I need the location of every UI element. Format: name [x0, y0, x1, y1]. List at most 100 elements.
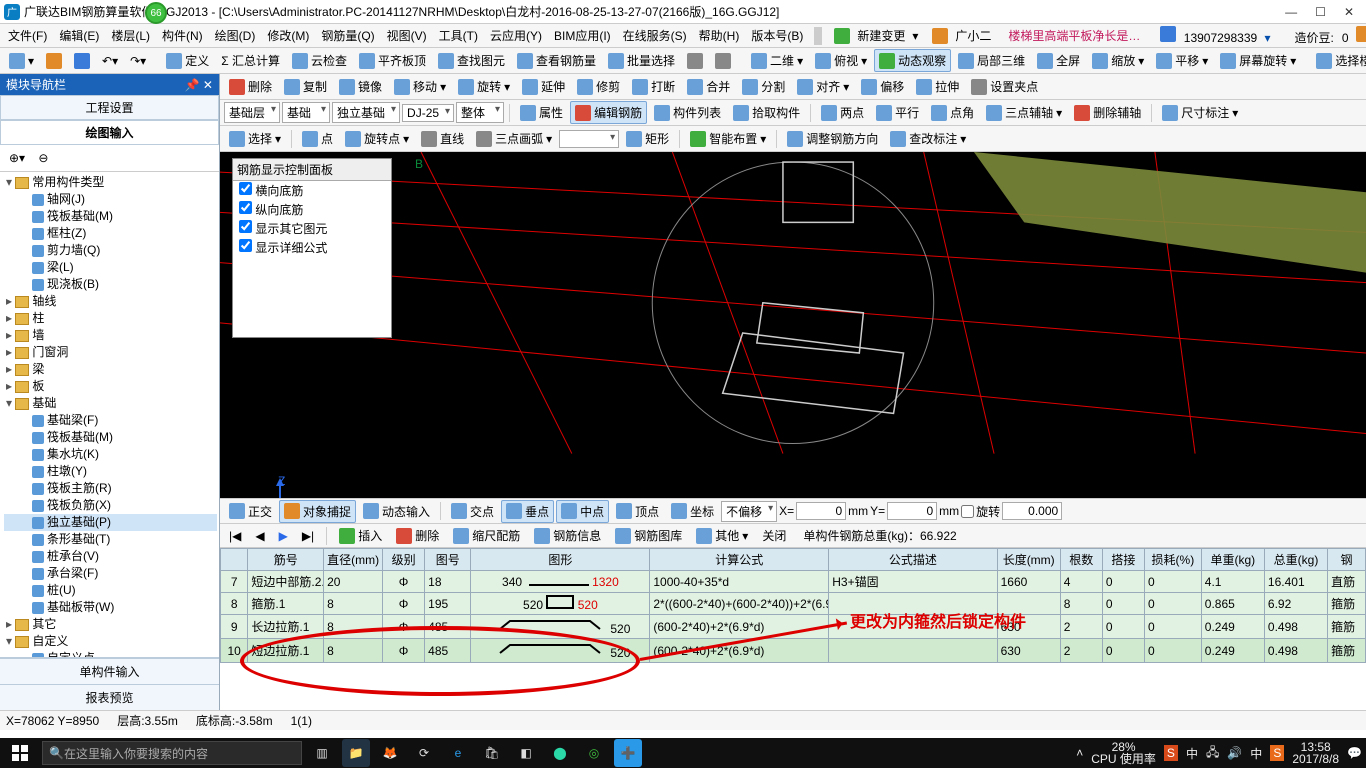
- smart-layout-button[interactable]: 智能布置▾: [685, 127, 771, 150]
- tab-draw-input[interactable]: 绘图输入: [0, 120, 219, 145]
- notification-badge[interactable]: 66: [145, 2, 167, 24]
- style-combo[interactable]: [559, 130, 619, 148]
- chk-show-formula[interactable]: 显示详细公式: [233, 238, 391, 257]
- batch-select-button[interactable]: 批量选择: [603, 49, 680, 72]
- dynamic-input-toggle[interactable]: 动态输入: [358, 500, 435, 523]
- tray-volume-icon[interactable]: 🔊: [1227, 746, 1242, 760]
- properties-button[interactable]: 属性: [515, 101, 568, 124]
- mirror-button[interactable]: 镜像: [334, 75, 387, 98]
- edit-rebar-button[interactable]: 编辑钢筋: [570, 101, 647, 124]
- maximize-icon[interactable]: ☐: [1315, 5, 1326, 19]
- edit-mark-button[interactable]: 查改标注▾: [885, 127, 971, 150]
- taskbar-search[interactable]: 🔍 在这里输入你要搜索的内容: [42, 741, 302, 765]
- taskbar-app-5[interactable]: ⬤: [546, 739, 574, 767]
- snap-coord[interactable]: 坐标: [666, 500, 719, 523]
- 2d-button[interactable]: 二维▾: [746, 49, 808, 72]
- menu-file[interactable]: 文件(F): [4, 25, 51, 46]
- tray-ime-icon[interactable]: S: [1164, 745, 1178, 761]
- nav-last-icon[interactable]: ▶|: [297, 526, 319, 546]
- two-point-button[interactable]: 两点: [816, 101, 869, 124]
- select-tool[interactable]: 选择▾: [224, 127, 286, 150]
- menu-modify[interactable]: 修改(M): [263, 25, 313, 46]
- dimension-button[interactable]: 尺寸标注▾: [1157, 101, 1243, 124]
- tray-cpu[interactable]: 28%CPU 使用率: [1091, 741, 1156, 765]
- pan-button[interactable]: 平移▾: [1151, 49, 1213, 72]
- find-element-button[interactable]: 查找图元: [433, 49, 510, 72]
- account-link[interactable]: 13907298339 ▾: [1156, 24, 1274, 47]
- hint-link[interactable]: 楼梯里高端平板净长是…: [1004, 25, 1144, 46]
- screen-rotate-button[interactable]: 屏幕旋转▾: [1215, 49, 1301, 72]
- stretch-button[interactable]: 拉伸: [911, 75, 964, 98]
- close-panel-button[interactable]: 关闭: [757, 524, 791, 547]
- extra1-icon[interactable]: [682, 50, 708, 72]
- tray-lang[interactable]: 中: [1250, 745, 1262, 762]
- menu-bim[interactable]: BIM应用(I): [550, 25, 615, 46]
- x-input[interactable]: [796, 502, 846, 520]
- collapse-icon[interactable]: ⊖: [33, 148, 53, 168]
- chk-horiz-bottom[interactable]: 横向底筋: [233, 181, 391, 200]
- rect-tool[interactable]: 矩形: [621, 127, 674, 150]
- new-icon[interactable]: ▾: [4, 50, 39, 72]
- view-rebar-qty-button[interactable]: 查看钢筋量: [512, 49, 601, 72]
- taskbar-app-7[interactable]: ➕: [614, 739, 642, 767]
- component-list-button[interactable]: 构件列表: [649, 101, 726, 124]
- windows-taskbar[interactable]: 🔍 在这里输入你要搜索的内容 ▥ 📁 🦊 ⟳ e 🛍 ◧ ⬤ ◎ ➕ ˄ 28%…: [0, 738, 1366, 768]
- taskbar-app-3[interactable]: ⟳: [410, 739, 438, 767]
- delete-button[interactable]: 删除: [224, 75, 277, 98]
- menu-edit[interactable]: 编辑(E): [55, 25, 103, 46]
- menu-view[interactable]: 视图(V): [383, 25, 431, 46]
- view-combo[interactable]: 整体: [456, 102, 504, 123]
- component-tree[interactable]: 常用构件类型 轴网(J) 筏板基础(M) 框柱(Z) 剪力墙(Q) 梁(L) 现…: [0, 172, 219, 657]
- rebar-info-button[interactable]: 钢筋信息: [529, 524, 606, 547]
- point-tool[interactable]: 点: [297, 127, 338, 150]
- menu-tools[interactable]: 工具(T): [435, 25, 482, 46]
- rebar-grid[interactable]: 筋号直径(mm)级别图号图形计算公式公式描述长度(mm)根数搭接损耗(%)单重(…: [220, 548, 1366, 663]
- menu-component[interactable]: 构件(N): [158, 25, 207, 46]
- start-button[interactable]: [4, 738, 36, 768]
- delete-aux-button[interactable]: 删除辅轴: [1069, 101, 1146, 124]
- expand-icon[interactable]: ⊕▾: [4, 148, 30, 168]
- ortho-toggle[interactable]: 正交: [224, 500, 277, 523]
- tray-ime-label[interactable]: 中: [1186, 745, 1198, 762]
- nav-next-icon[interactable]: ▶: [274, 526, 293, 546]
- tab-project-settings[interactable]: 工程设置: [0, 95, 219, 120]
- menu-help[interactable]: 帮助(H): [695, 25, 744, 46]
- menu-version[interactable]: 版本号(B): [747, 25, 807, 46]
- rotate-button[interactable]: 旋转▾: [453, 75, 515, 98]
- rebar-display-panel[interactable]: 钢筋显示控制面板 横向底筋 纵向底筋 显示其它图元 显示详细公式: [232, 158, 392, 338]
- rebar-library-button[interactable]: 钢筋图库: [610, 524, 687, 547]
- cloud-check-button[interactable]: 云检查: [287, 49, 352, 72]
- extra2-icon[interactable]: [710, 50, 736, 72]
- type-combo[interactable]: 独立基础: [332, 102, 400, 123]
- offset-combo[interactable]: 不偏移: [721, 501, 777, 522]
- undo-icon[interactable]: ↶▾: [97, 51, 123, 71]
- copy-button[interactable]: 复制: [279, 75, 332, 98]
- tray-clock[interactable]: 13:582017/8/8: [1292, 741, 1339, 765]
- menu-draw[interactable]: 绘图(D): [211, 25, 260, 46]
- floor-combo[interactable]: 基础层: [224, 102, 280, 123]
- task-view-icon[interactable]: ▥: [308, 739, 336, 767]
- adjust-rebar-dir-button[interactable]: 调整钢筋方向: [782, 127, 883, 150]
- chk-show-other[interactable]: 显示其它图元: [233, 219, 391, 238]
- table-delete-button[interactable]: 删除: [391, 524, 444, 547]
- pin-icon[interactable]: 📌 ✕: [185, 78, 213, 92]
- orbit-button[interactable]: 动态观察: [874, 49, 951, 72]
- split-button[interactable]: 分割: [737, 75, 790, 98]
- offset-button[interactable]: 偏移: [856, 75, 909, 98]
- object-snap-toggle[interactable]: 对象捕捉: [279, 500, 356, 523]
- topview-button[interactable]: 俯视▾: [810, 49, 872, 72]
- category-combo[interactable]: 基础: [282, 102, 330, 123]
- user-button[interactable]: 广小二: [927, 22, 1000, 49]
- define-button[interactable]: 定义: [161, 49, 214, 72]
- taskbar-app-2[interactable]: 🦊: [376, 739, 404, 767]
- local3d-button[interactable]: 局部三维: [953, 49, 1030, 72]
- arc-tool[interactable]: 三点画弧▾: [471, 127, 557, 150]
- redo-icon[interactable]: ↷▾: [125, 51, 151, 71]
- nav-first-icon[interactable]: |◀: [224, 526, 246, 546]
- rotate-point-tool[interactable]: 旋转点▾: [340, 127, 414, 150]
- snap-cross[interactable]: 交点: [446, 500, 499, 523]
- align-button[interactable]: 对齐▾: [792, 75, 854, 98]
- tab-single-input[interactable]: 单构件输入: [0, 658, 219, 684]
- tray-expand-icon[interactable]: ˄: [1076, 746, 1083, 760]
- three-point-aux-button[interactable]: 三点辅轴▾: [981, 101, 1067, 124]
